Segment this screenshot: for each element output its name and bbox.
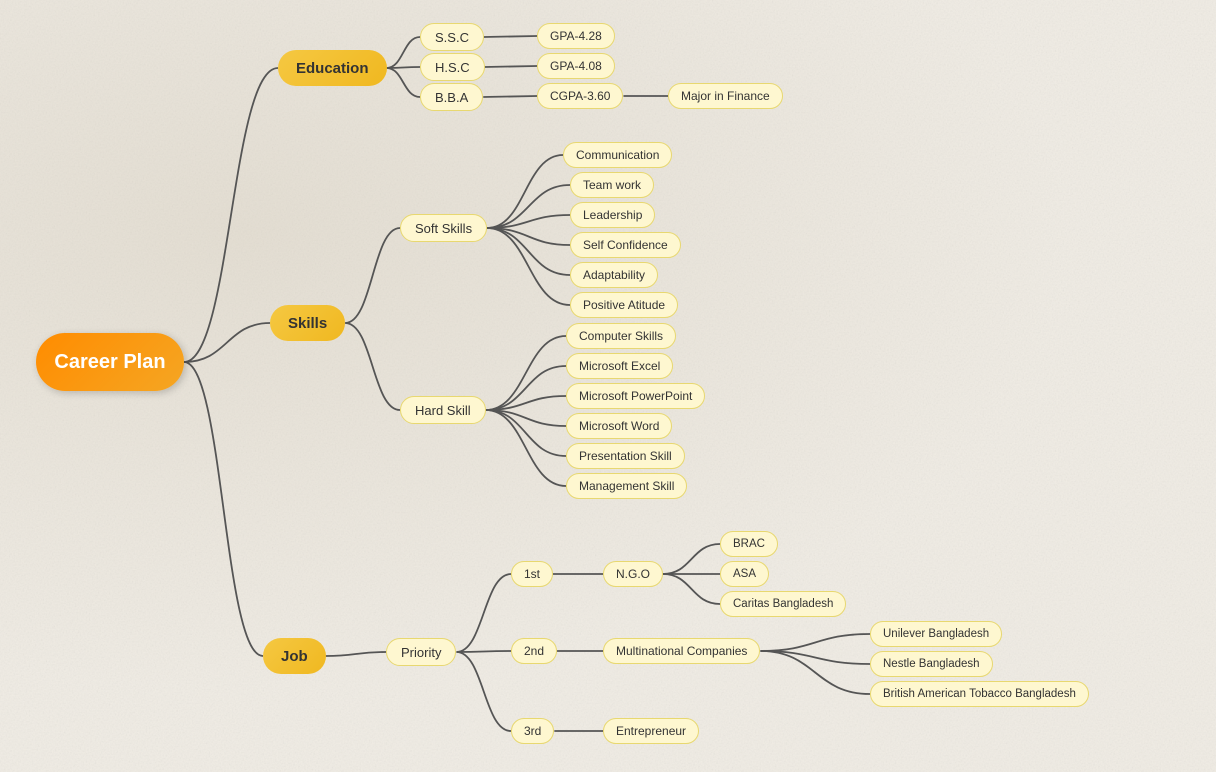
self-confidence-node: Self Confidence — [570, 232, 681, 258]
major-finance-node: Major in Finance — [668, 83, 783, 109]
ngo-node: N.G.O — [603, 561, 663, 587]
caritas-node: Caritas Bangladesh — [720, 591, 846, 617]
teamwork-node: Team work — [570, 172, 654, 198]
management-skill-node: Management Skill — [566, 473, 687, 499]
nestle-node: Nestle Bangladesh — [870, 651, 993, 677]
ms-word-node: Microsoft Word — [566, 413, 672, 439]
skills-node: Skills — [270, 305, 345, 341]
priority-node: Priority — [386, 638, 456, 666]
computer-skills-node: Computer Skills — [566, 323, 676, 349]
bba-node: B.B.A — [420, 83, 483, 111]
root-node: Career Plan — [36, 333, 184, 391]
ssc-node: S.S.C — [420, 23, 484, 51]
ms-excel-node: Microsoft Excel — [566, 353, 673, 379]
hard-skill-node: Hard Skill — [400, 396, 486, 424]
education-node: Education — [278, 50, 387, 86]
asa-node: ASA — [720, 561, 769, 587]
bba-cgpa-node: CGPA-3.60 — [537, 83, 623, 109]
unilever-node: Unilever Bangladesh — [870, 621, 1002, 647]
hsc-gpa-node: GPA-4.08 — [537, 53, 615, 79]
entrepreneur-node: Entrepreneur — [603, 718, 699, 744]
soft-skills-node: Soft Skills — [400, 214, 487, 242]
second-node: 2nd — [511, 638, 557, 664]
bat-node: British American Tobacco Bangladesh — [870, 681, 1089, 707]
positive-attitude-node: Positive Atitude — [570, 292, 678, 318]
hsc-node: H.S.C — [420, 53, 485, 81]
communication-node: Communication — [563, 142, 672, 168]
ms-powerpoint-node: Microsoft PowerPoint — [566, 383, 705, 409]
leadership-node: Leadership — [570, 202, 655, 228]
brac-node: BRAC — [720, 531, 778, 557]
adaptability-node: Adaptability — [570, 262, 658, 288]
first-node: 1st — [511, 561, 553, 587]
presentation-skill-node: Presentation Skill — [566, 443, 685, 469]
third-node: 3rd — [511, 718, 554, 744]
job-node: Job — [263, 638, 326, 674]
multinational-node: Multinational Companies — [603, 638, 760, 664]
ssc-gpa-node: GPA-4.28 — [537, 23, 615, 49]
